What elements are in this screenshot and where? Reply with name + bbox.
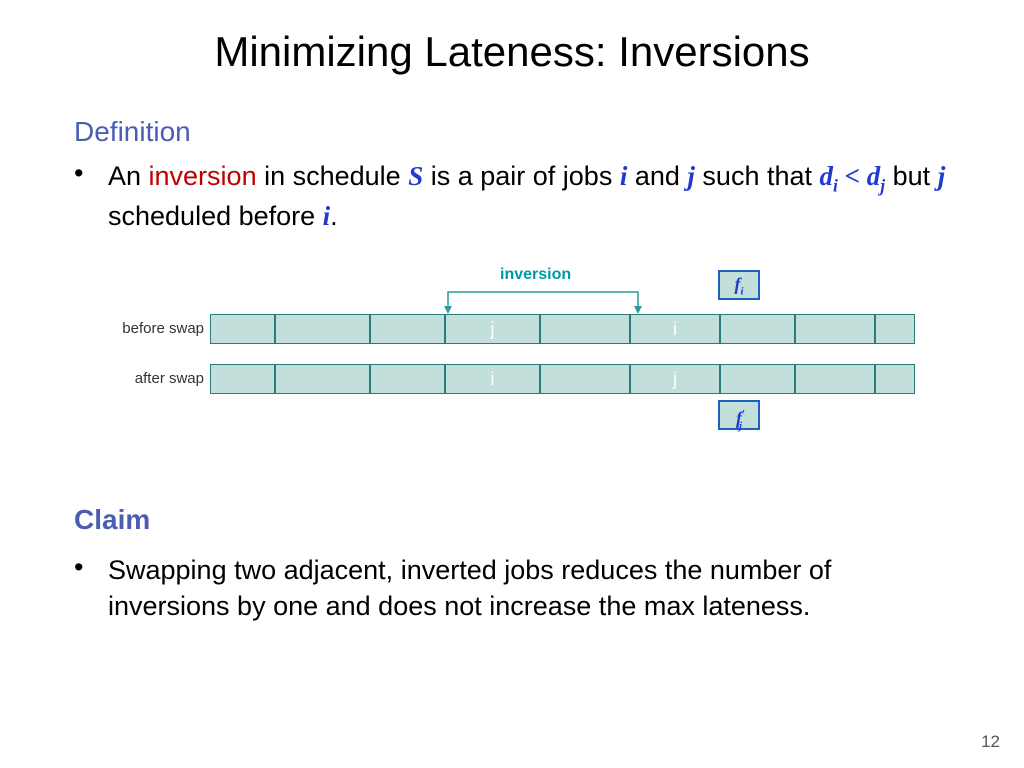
bar-cell — [370, 364, 445, 394]
definition-heading: Definition — [74, 116, 191, 148]
text: such that — [695, 161, 820, 191]
f-j-prime-box: f′j — [718, 400, 760, 430]
var-di: di — [820, 161, 838, 191]
var-S: S — [408, 161, 423, 191]
text: d — [820, 161, 834, 191]
slide: Minimizing Lateness: Inversions Definiti… — [0, 0, 1024, 768]
bar-cell — [720, 314, 795, 344]
before-swap-label: before swap — [104, 320, 204, 337]
bar-cell: j — [445, 314, 540, 344]
after-swap-label: after swap — [104, 370, 204, 387]
bar-cell — [275, 314, 370, 344]
bar-cell — [795, 314, 875, 344]
bar-cell — [540, 364, 630, 394]
slide-title: Minimizing Lateness: Inversions — [0, 28, 1024, 76]
bar-cell — [795, 364, 875, 394]
text: but — [885, 161, 938, 191]
bar-cell — [210, 314, 275, 344]
bar-cell — [370, 314, 445, 344]
before-swap-bar: ji — [210, 314, 915, 344]
bar-cell — [540, 314, 630, 344]
page-number: 12 — [981, 732, 1000, 752]
bar-cell — [875, 314, 915, 344]
superscript: ′ — [742, 408, 745, 420]
var-j: j — [687, 161, 695, 191]
bar-cell — [210, 364, 275, 394]
text: in schedule — [257, 161, 409, 191]
definition-bullet: An inversion in schedule S is a pair of … — [108, 158, 954, 235]
bar-cell — [720, 364, 795, 394]
claim-bullet: Swapping two adjacent, inverted jobs red… — [108, 552, 954, 625]
var-j2: j — [938, 161, 946, 191]
text: is a pair of jobs — [423, 161, 620, 191]
bar-cell: i — [445, 364, 540, 394]
after-swap-bar: ij — [210, 364, 915, 394]
inversion-label: inversion — [500, 266, 571, 284]
var-dj: dj — [867, 161, 885, 191]
claim-heading: Claim — [74, 504, 150, 536]
bullet-marker: • — [74, 158, 83, 189]
bar-cell — [275, 364, 370, 394]
bar-cell: j — [630, 364, 720, 394]
inversion-bracket — [440, 284, 650, 314]
subscript: i — [741, 286, 744, 298]
bar-cell: i — [630, 314, 720, 344]
inversion-diagram: inversion fi before swap ji after swap i… — [0, 270, 1024, 460]
text: and — [627, 161, 687, 191]
f-i-box: fi — [718, 270, 760, 300]
bullet-marker: • — [74, 552, 83, 583]
keyword-inversion: inversion — [149, 161, 257, 191]
text: scheduled before — [108, 201, 323, 231]
lt: < — [838, 161, 867, 191]
text: An — [108, 161, 149, 191]
text: d — [867, 161, 881, 191]
text: . — [330, 201, 338, 231]
bar-cell — [875, 364, 915, 394]
subscript: j — [739, 420, 742, 432]
